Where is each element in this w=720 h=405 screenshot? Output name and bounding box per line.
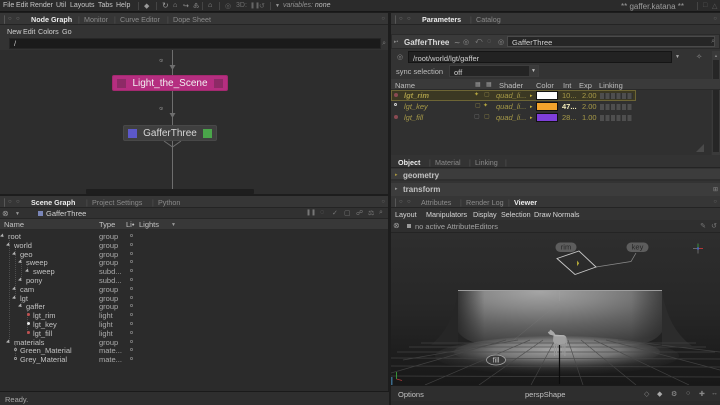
svg-text:key: key [632,243,644,252]
svg-text:e: e [159,106,165,110]
svg-text:e: e [159,58,165,62]
svg-text:rim: rim [561,243,571,252]
svg-text:fill: fill [493,358,500,365]
